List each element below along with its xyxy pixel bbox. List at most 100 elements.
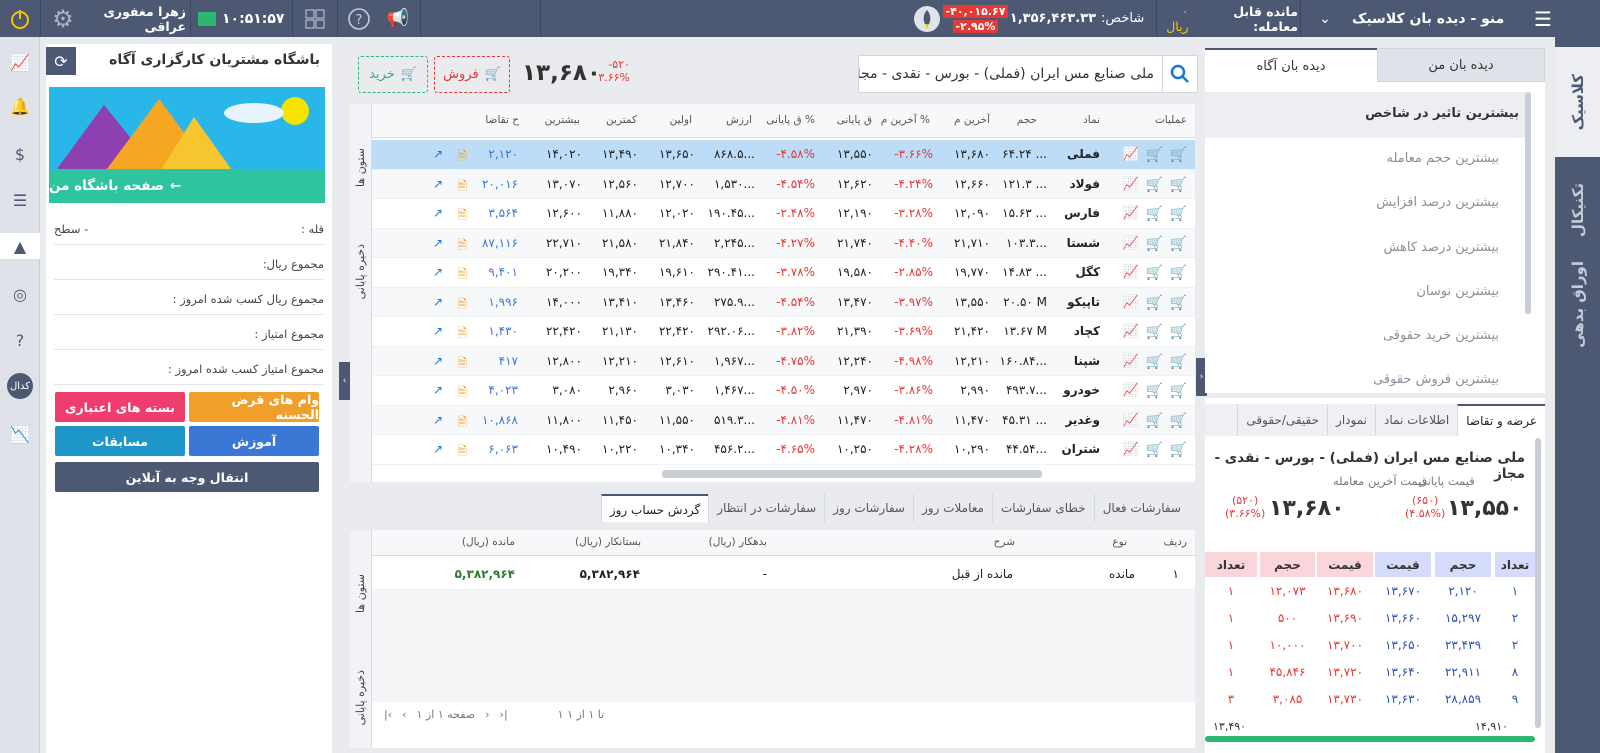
orderbook-cell[interactable]: ۲۳,۴۳۹: [1435, 638, 1491, 652]
sell-cart-icon[interactable]: 🛒: [1146, 413, 1163, 429]
watch-scrollbar[interactable]: [1525, 92, 1531, 314]
buy-cart-icon[interactable]: 🛒: [1170, 236, 1187, 252]
sell-cart-icon[interactable]: 🛒: [1146, 324, 1163, 340]
orderbook-cell[interactable]: ۱۳,۶۸۰: [1317, 584, 1373, 598]
external-link-icon[interactable]: ↗: [433, 236, 443, 250]
tab-my-watch[interactable]: دیده بان من: [1377, 48, 1545, 82]
table-row[interactable]: 🛒 🛒 📈 وغدیر ۴۵.۳۱ ... ۱۱,۴۷۰ -۴.۸۱% ۱۱,۴۷۰ -۴.۸۱…: [372, 405, 1195, 435]
tab-day-trades[interactable]: معاملات روز: [913, 494, 992, 522]
orderbook-cell[interactable]: ۲: [1495, 611, 1535, 625]
columns-tab[interactable]: ستون ها: [354, 574, 367, 613]
tab-supply-demand[interactable]: عرضه و تقاضا: [1457, 404, 1545, 436]
chart-line-icon[interactable]: 📈: [1123, 206, 1139, 221]
megaphone-icon[interactable]: 📢: [384, 0, 412, 37]
chart-line-icon[interactable]: 📈: [1123, 442, 1139, 457]
table-row[interactable]: 🛒 🛒 📈 کچاد ۱۳.۶۷ M ۲۱,۴۲۰ -۳.۶۹% ۲۱,۳۹۰ -۳.۸۲% ۲۹…: [372, 317, 1195, 347]
orderbook-cell[interactable]: ۹: [1495, 692, 1535, 706]
save-layout-tab[interactable]: ذخیره پایانی: [354, 244, 367, 299]
tab-pending-orders[interactable]: سفارشات در انتظار: [708, 494, 824, 522]
orderbook-cell[interactable]: ۳,۰۸۵: [1260, 692, 1315, 706]
chart-line-icon[interactable]: 📈: [7, 49, 33, 75]
external-link-icon[interactable]: ↗: [433, 265, 443, 279]
gear-icon[interactable]: ⚙: [46, 0, 80, 37]
table-row[interactable]: 🛒 🛒 📈 شتران ۴۴.۵۴... ۱۰,۲۹۰ -۴.۲۸% ۱۰,۲۵۰ -۴.۶۵%…: [372, 435, 1195, 465]
tab-classic[interactable]: کلاسیک: [1555, 47, 1600, 157]
question-board-icon[interactable]: ?: [7, 327, 33, 353]
buy-cart-icon[interactable]: 🛒: [1170, 383, 1187, 399]
tab-chart[interactable]: نمودار: [1327, 404, 1375, 436]
sell-cart-icon[interactable]: 🛒: [1146, 177, 1163, 193]
external-link-icon[interactable]: ↗: [433, 383, 443, 397]
note-icon[interactable]: 🗎: [457, 354, 467, 375]
table-row[interactable]: 🛒 🛒 📈 تاپیکو ۲۰.۵۰ M ۱۳,۵۵۰ -۳.۹۷% ۱۳,۴۷۰ -۴.۵۴%…: [372, 287, 1195, 317]
tab-symbol-info[interactable]: اطلاعات نماد: [1375, 404, 1457, 436]
search-button[interactable]: [1162, 55, 1198, 93]
coin-icon[interactable]: ◎: [7, 281, 33, 307]
save-layout-tab[interactable]: ذخیره پایانی: [354, 670, 367, 725]
orderbook-scrollbar[interactable]: [1535, 438, 1541, 728]
orderbook-cell[interactable]: ۴۵,۸۴۶: [1260, 665, 1315, 679]
watch-item[interactable]: بیشترین خرید حقوقی: [1383, 328, 1499, 343]
watch-item[interactable]: بیشترین نوسان: [1416, 284, 1499, 299]
orderbook-cell[interactable]: ۱۰,۰۰۰: [1260, 638, 1315, 652]
contests-button[interactable]: مسابقات: [55, 426, 185, 456]
note-icon[interactable]: 🗎: [457, 295, 467, 316]
bell-icon[interactable]: 🔔: [7, 93, 33, 119]
tab-day-orders[interactable]: سفارشات روز: [824, 494, 913, 522]
layout-grid-icon[interactable]: [302, 0, 328, 37]
tab-day-account[interactable]: گردش حساب روز: [600, 494, 709, 522]
note-icon[interactable]: 🗎: [457, 383, 467, 404]
credit-packages-button[interactable]: بسته های اعتباری: [55, 392, 185, 422]
hamburger-icon[interactable]: ☰: [1528, 0, 1558, 37]
table-row[interactable]: 🛒 🛒 📈 شستا ۱۰۳.۳... ۲۱,۷۱۰ -۴.۴۰% ۲۱,۷۴۰ -۴.۲۷% ۲…: [372, 228, 1195, 258]
chart-line-icon[interactable]: 📈: [1123, 147, 1139, 162]
loan-button[interactable]: وام های قرض الحسنه: [189, 392, 319, 422]
note-icon[interactable]: 🗎: [457, 147, 467, 168]
chart-line-icon[interactable]: 📈: [1123, 383, 1139, 398]
money-bag-icon[interactable]: $: [7, 141, 33, 167]
list-icon[interactable]: ☰: [7, 187, 33, 213]
orderbook-cell[interactable]: ۱۳,۶۵۰: [1375, 638, 1431, 652]
orderbook-cell[interactable]: ۱۳,۶۶۰: [1375, 611, 1431, 625]
orderbook-cell[interactable]: ۱۲,۰۷۳: [1260, 584, 1315, 598]
last-page-icon[interactable]: ›|: [500, 708, 508, 721]
table-row[interactable]: 🛒 🛒 📈 کگل ۱۴.۸۳ ... ۱۹,۷۷۰ -۲.۸۵% ۱۹,۵۸۰ -۳.۷۸% ۲…: [372, 258, 1195, 288]
orderbook-cell[interactable]: ۲۸,۸۵۹: [1435, 692, 1491, 706]
note-icon[interactable]: 🗎: [457, 324, 467, 345]
tab-bonds[interactable]: اوراق بدهی: [1555, 259, 1600, 349]
chart-line-icon[interactable]: 📈: [1123, 324, 1139, 339]
table-row[interactable]: 🛒 🛒 📈 فملی ۶۴.۲۴ ... ۱۳,۶۸۰ -۳.۶۶% ۱۳,۵۵۰ -۴.۵۸%…: [372, 140, 1195, 170]
orderbook-cell[interactable]: ۱۳,۶۹۰: [1317, 611, 1373, 625]
buy-cart-icon[interactable]: 🛒: [1170, 147, 1187, 163]
note-icon[interactable]: 🗎: [457, 265, 467, 286]
tab-agah-watch[interactable]: دیده بان آگاه: [1205, 48, 1377, 82]
table-row[interactable]: 🛒 🛒 📈 خودرو ۴۹۳.۷... ۲,۹۹۰ -۳.۸۶% ۲,۹۷۰ -۴.۵۰% ۱,…: [372, 376, 1195, 406]
tab-technical[interactable]: تکنیکال: [1555, 165, 1600, 255]
orderbook-cell[interactable]: ۱: [1205, 638, 1257, 652]
table-row[interactable]: 🛒 🛒 📈 فولاد ۱۲۱.۳ ... ۱۲,۶۶۰ -۴.۲۴% ۱۲,۶۲۰ -۴.۵۴…: [372, 169, 1195, 199]
buy-cart-icon[interactable]: 🛒: [1170, 206, 1187, 222]
sell-cart-icon[interactable]: 🛒: [1146, 265, 1163, 281]
watch-item[interactable]: بیشترین درصد افزایش: [1376, 195, 1499, 210]
power-icon[interactable]: [0, 0, 40, 37]
kodal-icon[interactable]: کدال: [7, 373, 33, 399]
symbol-search-input[interactable]: ملی صنایع مس ایران (فملی) - بورس - نقدی …: [858, 55, 1162, 93]
tab-order-errors[interactable]: خطای سفارشات: [991, 494, 1094, 522]
external-link-icon[interactable]: ↗: [433, 177, 443, 191]
orderbook-cell[interactable]: ۱: [1205, 665, 1257, 679]
buy-cart-icon[interactable]: 🛒: [1170, 354, 1187, 370]
buy-cart-icon[interactable]: 🛒: [1170, 295, 1187, 311]
orderbook-cell[interactable]: ۱۳,۶۷۰: [1375, 584, 1431, 598]
chart-line-icon[interactable]: 📈: [1123, 295, 1139, 310]
club-banner[interactable]: ← صفحه باشگاه من: [49, 87, 325, 203]
note-icon[interactable]: 🗎: [457, 413, 467, 434]
external-link-icon[interactable]: ↗: [433, 206, 443, 220]
refresh-button[interactable]: ⟳: [46, 47, 76, 75]
sell-cart-icon[interactable]: 🛒: [1146, 206, 1163, 222]
buy-cart-icon[interactable]: 🛒: [1170, 265, 1187, 281]
external-link-icon[interactable]: ↗: [433, 442, 443, 456]
external-link-icon[interactable]: ↗: [433, 295, 443, 309]
orderbook-cell[interactable]: ۱: [1205, 584, 1257, 598]
buy-cart-icon[interactable]: 🛒: [1170, 442, 1187, 458]
prev-page-icon[interactable]: ‹: [402, 708, 406, 721]
